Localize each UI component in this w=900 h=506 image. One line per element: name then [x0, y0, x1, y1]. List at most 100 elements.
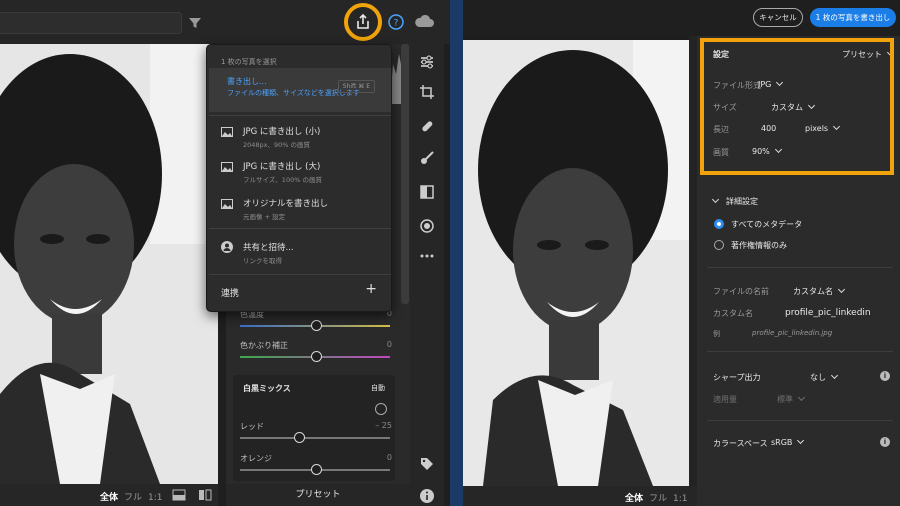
cloud-sync-icon[interactable] — [414, 14, 434, 28]
add-integration-button[interactable]: + — [365, 281, 377, 297]
before-after-icon[interactable] — [172, 489, 186, 501]
export-title: 書き出し... — [227, 77, 267, 86]
orange-label: オレンジ — [240, 454, 272, 463]
colorspace-label: カラースペース — [713, 439, 768, 448]
menu-item-export[interactable]: 書き出し... ファイルの種類、サイズなどを選択します Shift ⌘ E — [209, 68, 391, 112]
filename-label: ファイルの名前 — [713, 287, 769, 296]
temp-slider-knob[interactable] — [311, 320, 322, 331]
settings-highlight-box — [700, 38, 894, 175]
example-label: 例 — [713, 330, 720, 338]
sharpen-dropdown[interactable]: なし — [810, 371, 839, 383]
filter-icon[interactable] — [188, 16, 202, 30]
custom-name-label: カスタム名 — [713, 309, 753, 318]
zoom-1to1[interactable]: 1:1 — [673, 494, 687, 504]
red-track — [240, 437, 390, 439]
menu-item-title: 共有と招待... — [243, 243, 294, 253]
menu-divider — [209, 228, 391, 229]
tint-slider-knob[interactable] — [311, 351, 322, 362]
info-icon[interactable]: i — [880, 371, 890, 381]
menu-divider — [209, 274, 391, 275]
radio-meta-all[interactable] — [714, 219, 724, 229]
orange-value: 0 — [386, 453, 392, 462]
image-icon — [221, 162, 233, 172]
brush-icon[interactable] — [419, 150, 435, 166]
section-divider — [707, 420, 893, 421]
svg-text:?: ? — [394, 19, 399, 29]
export-shortcut: Shift ⌘ E — [337, 80, 375, 93]
healing-brush-icon[interactable] — [419, 118, 435, 134]
menu-item-title: JPG に書き出し (大) — [243, 162, 321, 172]
chevron-down-icon — [830, 371, 839, 380]
tint-slider-row: 色かぶり補正 0 — [240, 340, 392, 362]
orange-slider-knob[interactable] — [311, 464, 322, 475]
info-icon[interactable] — [419, 488, 435, 504]
compare-icon[interactable] — [198, 489, 212, 501]
photo-preview[interactable] — [0, 44, 218, 484]
right-bottom-bar: 全体 フル 1:1 — [463, 486, 697, 506]
filter-search-field[interactable] — [0, 12, 182, 34]
left-bottom-bar: 全体 フル 1:1 — [0, 484, 218, 506]
pane-divider — [450, 0, 463, 506]
advanced-toggle[interactable]: 詳細設定 — [711, 195, 758, 207]
red-slider-row: レッド – 25 — [240, 421, 392, 443]
zoom-fit[interactable]: フル — [649, 494, 667, 504]
sharpen-label: シャープ出力 — [713, 373, 761, 382]
menu-header: 1 枚の写真を選択 — [221, 58, 277, 66]
amount-dropdown[interactable]: 標準 — [777, 393, 806, 405]
crop-icon[interactable] — [419, 84, 435, 100]
zoom-controls: 全体 フル 1:1 — [625, 491, 694, 504]
add-person-icon — [221, 241, 233, 253]
more-icon[interactable] — [419, 248, 435, 264]
radial-gradient-icon[interactable] — [419, 218, 435, 234]
chevron-down-icon — [837, 285, 846, 294]
share-button[interactable] — [344, 3, 382, 41]
bw-mix-title: 白黒ミックス — [243, 384, 291, 393]
info-icon[interactable]: i — [880, 437, 890, 447]
section-divider — [707, 267, 893, 268]
radio-meta-copyright[interactable] — [714, 240, 724, 250]
zoom-fit[interactable]: フル — [124, 493, 142, 503]
menu-item-sub: 元画像 + 設定 — [243, 213, 286, 221]
portrait-photo — [0, 44, 218, 484]
custom-name-input[interactable]: profile_pic_linkedin — [785, 308, 871, 318]
menu-item-sub: 2048px、90% の画質 — [243, 141, 311, 149]
preset-button[interactable]: プリセット — [226, 484, 410, 506]
amount-value: 標準 — [777, 395, 793, 404]
share-export-icon — [357, 14, 369, 29]
target-adjust-icon[interactable] — [375, 403, 387, 415]
section-divider — [707, 351, 893, 352]
red-slider-knob[interactable] — [294, 432, 305, 443]
zoom-1to1[interactable]: 1:1 — [148, 493, 162, 503]
panel-scrollbar[interactable] — [401, 44, 409, 304]
chevron-down-icon — [711, 195, 720, 204]
zoom-all[interactable]: 全体 — [100, 493, 118, 503]
tag-icon[interactable] — [419, 456, 435, 472]
orange-slider-row: オレンジ 0 — [240, 453, 392, 475]
colorspace-dropdown[interactable]: sRGB — [771, 436, 805, 447]
meta-all-label: すべてのメタデータ — [731, 220, 803, 229]
app-root: ? 色温度 0 色かぶり補正 0 白黒ミックス 自動 レッド – 25 オレンジ… — [0, 0, 900, 506]
menu-item-title: オリジナルを書き出し — [243, 199, 329, 209]
filename-dropdown[interactable]: カスタム名 — [793, 285, 846, 297]
zoom-all[interactable]: 全体 — [625, 494, 643, 504]
image-icon — [221, 127, 233, 137]
chevron-down-icon — [797, 436, 805, 445]
linear-gradient-icon[interactable] — [419, 184, 435, 200]
colorspace-value: sRGB — [771, 438, 793, 447]
bw-auto-button[interactable]: 自動 — [371, 383, 385, 393]
menu-item-title: JPG に書き出し (小) — [243, 127, 321, 137]
menu-divider — [209, 115, 391, 116]
edit-sliders-icon[interactable] — [419, 54, 435, 70]
amount-label: 適用量 — [713, 395, 737, 404]
meta-copyright-label: 著作権情報のみ — [731, 241, 787, 250]
cancel-button[interactable]: キャンセル — [753, 8, 803, 27]
advanced-title: 詳細設定 — [726, 197, 758, 206]
learn-icon[interactable]: ? — [388, 14, 404, 30]
export-preview-photo — [463, 40, 689, 486]
example-filename: profile_pic_linkedin.jpg — [752, 329, 833, 337]
menu-item-sub: フルサイズ、100% の画質 — [243, 176, 322, 184]
zoom-controls: 全体 フル 1:1 — [100, 490, 169, 503]
filename-value: カスタム名 — [793, 287, 833, 296]
image-icon — [221, 199, 233, 209]
export-photo-button[interactable]: 1 枚の写真を書き出し — [810, 8, 896, 27]
